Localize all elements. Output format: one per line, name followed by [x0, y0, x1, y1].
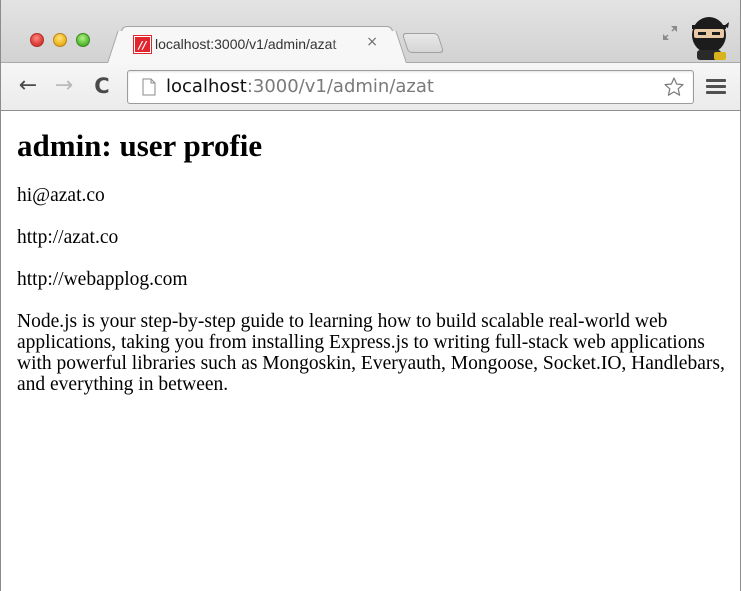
browser-window: // localhost:3000/v1/admin/azat × ← → C [0, 0, 741, 591]
tab-strip: // localhost:3000/v1/admin/azat × [1, 0, 740, 64]
close-window-icon[interactable] [30, 33, 44, 47]
star-icon[interactable] [663, 76, 685, 98]
address-bar[interactable]: localhost:3000/v1/admin/azat [127, 70, 694, 104]
fullscreen-icon[interactable] [661, 24, 679, 42]
page-content: admin: user profie hi@azat.co http://aza… [1, 111, 740, 591]
browser-tab-active[interactable]: // localhost:3000/v1/admin/azat × [121, 26, 393, 64]
tab-title: localhost:3000/v1/admin/azat [155, 36, 337, 52]
favicon-icon: // [133, 35, 152, 54]
tab-close-icon[interactable]: × [366, 34, 378, 50]
user-email: hi@azat.co [17, 185, 105, 206]
forward-arrow-icon[interactable]: → [51, 72, 77, 100]
browser-toolbar: ← → C localhost:3000/v1/admin/azat [1, 63, 740, 111]
page-icon [142, 78, 156, 96]
ninja-avatar-icon[interactable] [688, 12, 730, 60]
minimize-window-icon[interactable] [53, 33, 67, 47]
user-website-2: http://webapplog.com [17, 269, 188, 290]
url-path: :3000/v1/admin/azat [246, 76, 434, 97]
zoom-window-icon[interactable] [76, 33, 90, 47]
menu-icon[interactable] [706, 79, 726, 95]
page-heading: admin: user profie [17, 128, 263, 163]
back-arrow-icon[interactable]: ← [15, 72, 41, 100]
new-tab-button[interactable] [401, 33, 445, 53]
user-bio: Node.js is your step-by-step guide to le… [17, 311, 725, 395]
url-host: localhost [166, 76, 247, 97]
reload-icon[interactable]: C [89, 72, 115, 100]
url-text[interactable]: localhost:3000/v1/admin/azat [166, 75, 434, 99]
user-website-1: http://azat.co [17, 227, 119, 248]
